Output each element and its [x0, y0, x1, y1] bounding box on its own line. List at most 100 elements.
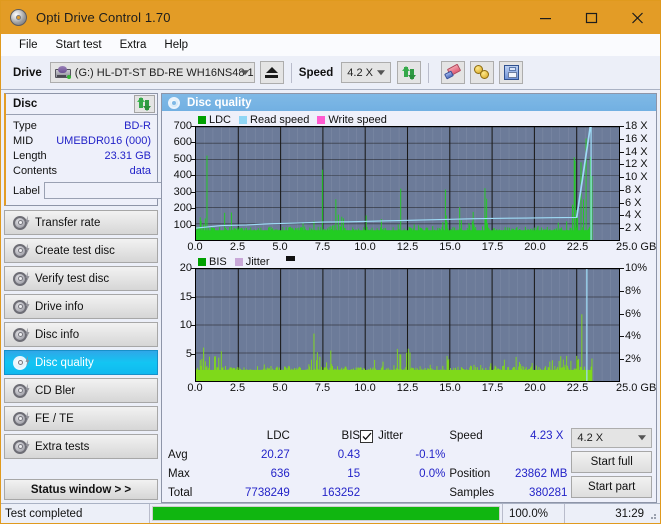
- y2-tick-mark: [620, 138, 624, 140]
- test-speed-select[interactable]: 4.2 X: [571, 428, 652, 448]
- start-full-button[interactable]: Start full: [571, 451, 652, 473]
- main-area: Disc Type BD-R MID UMEBDR016 (000) Lengt…: [1, 90, 660, 503]
- y2-tick-mark: [620, 313, 624, 315]
- menu-file[interactable]: File: [10, 37, 47, 53]
- stats-header-ldc: LDC: [266, 430, 290, 442]
- eject-icon: [265, 67, 279, 78]
- x-tick-label: 22.5: [566, 382, 589, 394]
- chevron-down-icon: [377, 69, 386, 75]
- legend-item-bis: BIS: [198, 256, 227, 268]
- y2-tick-label: 4 X: [625, 209, 642, 222]
- jitter-checkbox[interactable]: [360, 429, 374, 443]
- ldc-y-axis-left: 100 200 300 400 500 600 700: [162, 120, 195, 241]
- stats-actions: 4.2 X Start full Start part: [571, 427, 652, 502]
- save-button[interactable]: [499, 61, 524, 84]
- sidebar-item-drive-info[interactable]: Drive info: [4, 294, 158, 319]
- y2-tick-label: 4%: [625, 330, 641, 343]
- y2-tick-label: 16 X: [625, 132, 648, 145]
- drive-select[interactable]: (G:) HL-DT-ST BD-RE WH16NS48 1.D3: [49, 62, 255, 83]
- speed-info-value: 4.23 X: [530, 430, 564, 442]
- y2-tick-label: 2%: [625, 353, 641, 366]
- disc-icon: [13, 327, 30, 342]
- stats-col-jitter: Jitter -0.1% 0.0%: [360, 427, 449, 502]
- y2-tick-label: 6 X: [625, 196, 642, 209]
- eject-button[interactable]: [259, 61, 284, 84]
- status-bar: Test completed 100.0% 31:29: [1, 503, 660, 523]
- disc-panel-header: Disc: [6, 94, 157, 115]
- sidebar-item-label: Create test disc: [35, 244, 115, 257]
- page-title: Disc quality: [187, 96, 252, 109]
- elapsed-time: 31:29: [564, 504, 660, 523]
- menu-start-test[interactable]: Start test: [47, 37, 111, 53]
- ldc-chart: LDC Read speed Write speed 100 200 300 400 5…: [162, 113, 657, 255]
- jitter-header: Jitter: [360, 427, 445, 445]
- sidebar-item-extra-tests[interactable]: Extra tests: [4, 434, 158, 459]
- bis-plot: [195, 268, 620, 382]
- menu-extra[interactable]: Extra: [111, 37, 156, 53]
- disc-icon: [13, 271, 30, 286]
- y-tick-label: 600: [173, 136, 192, 149]
- minimize-button[interactable]: [522, 1, 568, 34]
- stats-ldc-max: 636: [270, 467, 290, 480]
- status-window-button[interactable]: Status window > >: [4, 479, 158, 500]
- sidebar-item-fe-te[interactable]: FE / TE: [4, 406, 158, 431]
- sidebar-item-label: Extra tests: [35, 440, 90, 453]
- sidebar-item-verify-test-disc[interactable]: Verify test disc: [4, 266, 158, 291]
- sidebar-item-transfer-rate[interactable]: Transfer rate: [4, 210, 158, 235]
- x-tick-label: 15.0: [439, 241, 461, 253]
- speed-info-label: Speed: [449, 430, 483, 442]
- sidebar-nav: Transfer rate Create test disc Verify te…: [4, 210, 158, 459]
- erase-button[interactable]: [441, 61, 466, 84]
- x-tick-label: 22.5: [566, 241, 589, 253]
- y2-tick-label: 8%: [625, 284, 641, 297]
- resize-grip[interactable]: [647, 510, 657, 520]
- x-tick-label: 7.5: [314, 241, 331, 253]
- plugs-button[interactable]: [470, 61, 495, 84]
- y-tick-label: 100: [173, 218, 192, 231]
- sidebar-item-label: Disc info: [35, 328, 80, 341]
- disc-refresh-button[interactable]: [134, 95, 155, 113]
- drive-select-value: (G:) HL-DT-ST BD-RE WH16NS48 1.D3: [74, 66, 254, 79]
- floppy-save-icon: [503, 65, 519, 80]
- start-part-button[interactable]: Start part: [571, 476, 652, 498]
- sidebar-item-label: Drive info: [35, 300, 84, 313]
- y-tick-label: 500: [173, 152, 192, 165]
- y2-tick-mark: [620, 151, 624, 153]
- y-tick-label: 700: [173, 120, 192, 132]
- sidebar-item-disc-info[interactable]: Disc info: [4, 322, 158, 347]
- legend-swatch-bis: [198, 257, 206, 266]
- chevron-down-icon: [240, 69, 249, 75]
- disc-icon: [13, 383, 30, 398]
- stats-jitter-max: 0.0%: [419, 467, 446, 480]
- y2-tick-label: 14 X: [625, 145, 648, 158]
- legend-label-read-speed: Read speed: [250, 113, 310, 126]
- stats-bis-max: 15: [347, 467, 361, 480]
- legend-item-write-speed: Write speed: [317, 114, 387, 126]
- toolbar-divider-1: [290, 62, 292, 83]
- stats-col-bis: BIS 0.43 15 163252: [290, 427, 360, 502]
- sidebar-item-cd-bler[interactable]: CD Bler: [4, 378, 158, 403]
- sidebar-item-disc-quality[interactable]: Disc quality: [4, 350, 158, 375]
- test-speed-value: 4.2 X: [577, 432, 604, 444]
- disc-row-contents-value: data: [129, 164, 151, 177]
- maximize-button[interactable]: [568, 1, 614, 34]
- y-tick-label: 300: [173, 185, 192, 198]
- content-header: Disc quality: [162, 94, 656, 111]
- title-bar: Opti Drive Control 1.70: [1, 1, 660, 34]
- close-button[interactable]: [614, 1, 660, 34]
- y2-tick-mark: [620, 189, 624, 191]
- refresh-button[interactable]: [397, 61, 422, 84]
- charts-area: LDC Read speed Write speed 100 200 300 400 5…: [162, 111, 657, 425]
- speed-select[interactable]: 4.2 X: [341, 62, 392, 83]
- disc-label-row: Label: [13, 181, 243, 200]
- legend-label-write-speed: Write speed: [328, 113, 387, 126]
- stats-ldc-total: 7738249: [245, 486, 290, 499]
- samples-info-label: Samples: [449, 486, 495, 499]
- x-tick-label: 0.0: [187, 241, 203, 253]
- ldc-plot-row: 100 200 300 400 500 600 700 2 X4 X6 X8 X 10 X 12…: [162, 120, 656, 241]
- toolbar: Drive (G:) HL-DT-ST BD-RE WH16NS48 1.D3 …: [1, 56, 660, 90]
- sidebar-item-create-test-disc[interactable]: Create test disc: [4, 238, 158, 263]
- y2-tick-mark: [620, 336, 624, 338]
- menu-help[interactable]: Help: [155, 37, 197, 53]
